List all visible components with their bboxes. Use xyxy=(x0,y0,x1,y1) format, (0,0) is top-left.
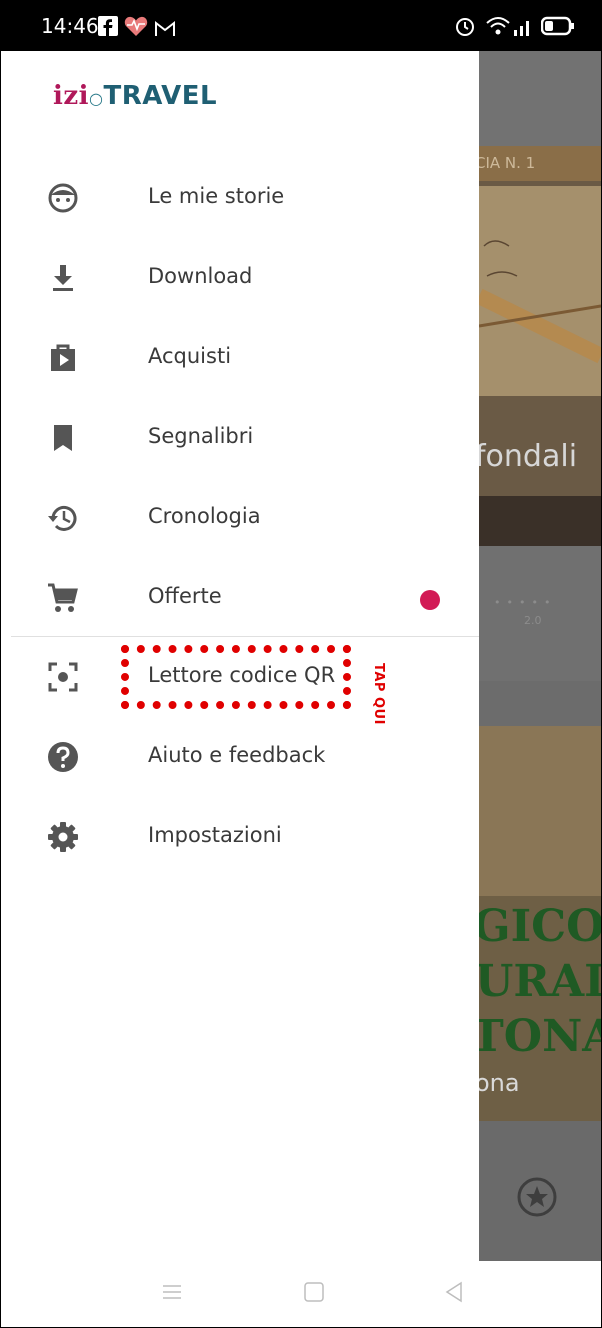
background-map-image: CIA N. 1 fondali xyxy=(479,146,601,546)
home-nav-icon[interactable] xyxy=(303,1281,325,1303)
menu-label-impostazioni: Impostazioni xyxy=(148,823,282,847)
alarm-icon xyxy=(456,18,474,36)
menu-divider xyxy=(11,636,479,637)
qr-scanner-icon xyxy=(48,662,78,692)
health-heart-icon xyxy=(124,16,148,36)
background-poster-line2: URALE xyxy=(479,956,601,1007)
background-app-content: CIA N. 1 fondali ••••• 2.0 GICO URALE TO… xyxy=(479,51,601,1261)
menu-label-le-mie-storie: Le mie storie xyxy=(148,184,285,208)
menu-item-offerte[interactable]: Offerte xyxy=(1,561,479,641)
download-icon xyxy=(53,265,73,291)
back-nav-icon[interactable] xyxy=(443,1281,465,1303)
offers-notification-badge xyxy=(420,590,440,610)
background-poster: GICO URALE TONA ona xyxy=(479,726,601,1121)
background-poster-line3: TONA xyxy=(479,1011,601,1062)
menu-item-acquisti[interactable]: Acquisti xyxy=(1,321,479,401)
background-stars: ••••• xyxy=(494,596,557,609)
background-bottom-bar xyxy=(479,1121,601,1261)
menu-item-cronologia[interactable]: Cronologia xyxy=(1,481,479,561)
background-title-fragment: fondali xyxy=(479,439,578,474)
menu-item-download[interactable]: Download xyxy=(1,241,479,321)
facebook-icon xyxy=(98,16,118,36)
background-banner-text: CIA N. 1 xyxy=(479,154,536,172)
menu-item-aiuto-e-feedback[interactable]: Aiuto e feedback xyxy=(1,720,479,800)
app-logo: izi○TRAVEL xyxy=(53,81,217,111)
wifi-icon xyxy=(486,17,510,35)
bookmark-icon xyxy=(54,425,72,451)
background-subtitle-fragment: ona xyxy=(479,1069,520,1097)
menu-nav-icon[interactable] xyxy=(161,1281,183,1303)
navigation-drawer: izi○TRAVEL Le mie storie Download Acquis… xyxy=(1,51,479,1261)
menu-label-aiuto-e-feedback: Aiuto e feedback xyxy=(148,743,326,767)
menu-item-impostazioni[interactable]: Impostazioni xyxy=(1,800,479,880)
logo-travel: TRAVEL xyxy=(103,81,218,111)
status-time: 14:46 xyxy=(41,14,99,38)
logo-izi: izi xyxy=(53,81,90,111)
menu-label-segnalibri: Segnalibri xyxy=(148,424,254,448)
menu-label-offerte: Offerte xyxy=(148,584,222,608)
history-icon xyxy=(48,505,77,531)
map-drawing xyxy=(479,240,601,364)
gmail-icon xyxy=(155,20,175,36)
background-poster-line1: GICO xyxy=(479,901,601,952)
menu-label-acquisti: Acquisti xyxy=(148,344,232,368)
system-navigation-bar xyxy=(1,1261,601,1327)
tap-here-highlight-box xyxy=(121,645,351,709)
cart-icon xyxy=(48,583,78,612)
settings-gear-icon xyxy=(48,822,78,852)
menu-label-cronologia: Cronologia xyxy=(148,504,261,528)
status-bar: 14:46 xyxy=(1,1,601,51)
star-circle-icon xyxy=(517,1177,557,1217)
background-header xyxy=(479,51,601,146)
menu-item-segnalibri[interactable]: Segnalibri xyxy=(1,401,479,481)
menu-label-download: Download xyxy=(148,264,253,288)
phone-screen: 14:46 CIA N. 1 fondali ••••• 2.0 GICO UR… xyxy=(0,0,602,1328)
face-icon xyxy=(48,183,78,213)
logo-dot: ○ xyxy=(89,89,104,108)
signal-icon xyxy=(514,21,529,36)
shop-bag-icon xyxy=(51,344,75,371)
tap-here-annotation: TAP QUI xyxy=(371,663,386,725)
battery-icon xyxy=(541,16,574,36)
menu-item-le-mie-storie[interactable]: Le mie storie xyxy=(1,161,479,241)
background-rating-row: ••••• 2.0 xyxy=(479,546,601,681)
help-icon xyxy=(48,742,78,772)
background-rating: 2.0 xyxy=(524,614,542,627)
